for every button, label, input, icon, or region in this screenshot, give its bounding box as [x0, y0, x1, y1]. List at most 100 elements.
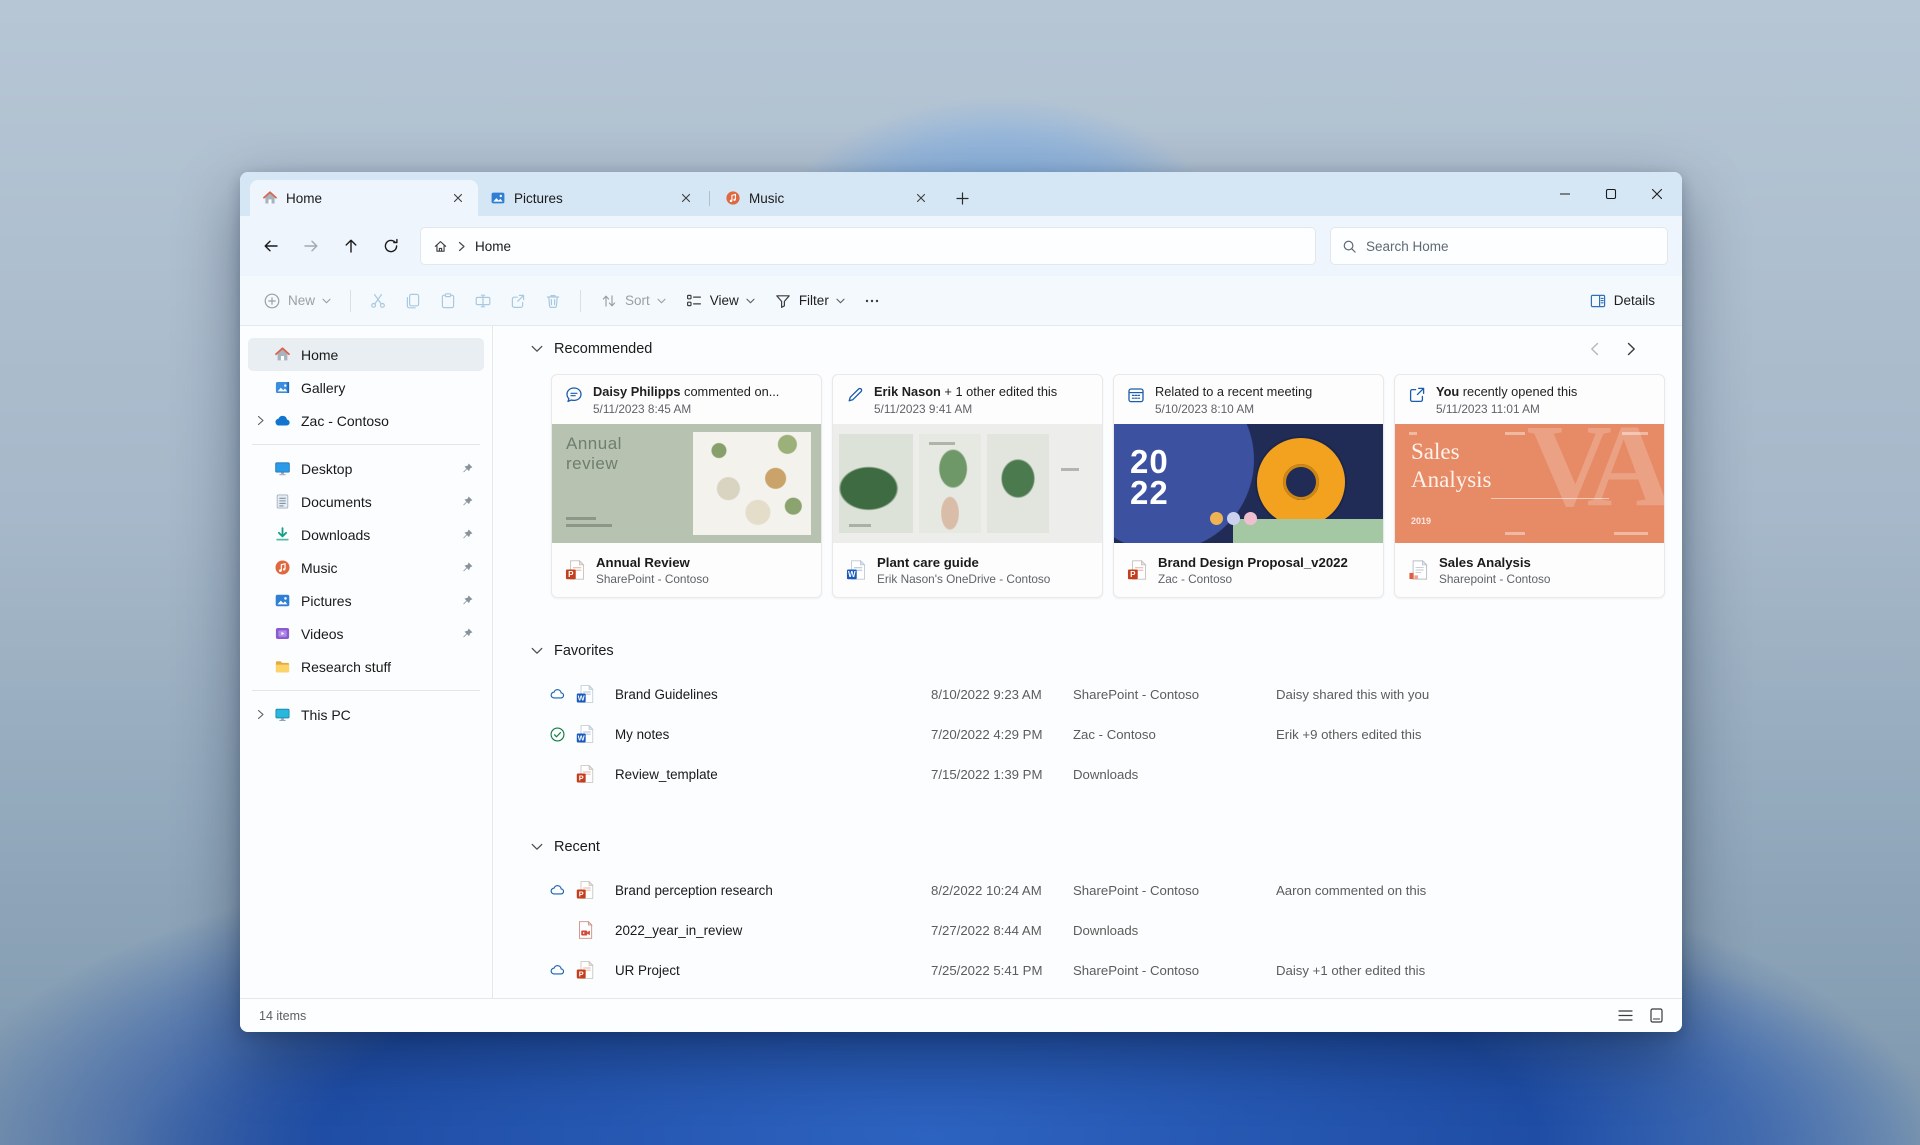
paste-button[interactable]	[431, 283, 465, 319]
large-thumbnails-view-icon[interactable]	[1650, 1008, 1663, 1023]
delete-icon	[546, 294, 560, 308]
more-options-button[interactable]	[855, 283, 889, 319]
file-row[interactable]: W Brand Guidelines 8/10/2022 9:23 AM Sha…	[549, 674, 1682, 714]
view-button[interactable]: View	[676, 283, 764, 319]
command-toolbar: New Sort View Filter Details	[240, 276, 1682, 326]
desktop-background: Home Pictures Music Home Search Home New…	[0, 0, 1920, 1145]
sidebar-item-research-stuff[interactable]: Research stuff	[248, 650, 484, 683]
navigation-bar: Home	[240, 216, 1682, 276]
collapse-chevron-icon[interactable]	[531, 647, 543, 655]
file-name: Brand perception research	[615, 882, 773, 898]
cut-icon	[371, 293, 385, 308]
maximize-button[interactable]	[1588, 172, 1634, 216]
tab-home[interactable]: Home	[250, 180, 478, 216]
minimize-button[interactable]	[1542, 172, 1588, 216]
sidebar-item-gallery[interactable]: Gallery	[248, 371, 484, 404]
recommended-card-brand-design-proposal[interactable]: Related to a recent meeting 5/10/2023 8:…	[1113, 374, 1384, 598]
expand-chevron-icon[interactable]	[248, 709, 272, 720]
card-date: 5/11/2023 11:01 AM	[1436, 401, 1540, 416]
new-button[interactable]: New	[254, 283, 340, 319]
sidebar-item-desktop[interactable]: Desktop	[248, 452, 484, 485]
powerpoint-file-icon: P	[1126, 559, 1148, 581]
file-date: 7/27/2022 8:44 AM	[931, 922, 1042, 938]
recommended-card-annual-review[interactable]: Daisy Philipps commented on... 5/11/2023…	[551, 374, 822, 598]
file-location: SharePoint - Contoso	[1073, 686, 1200, 702]
details-pane-button[interactable]: Details	[1580, 283, 1664, 319]
pin-icon	[461, 627, 474, 640]
close-window-button[interactable]	[1634, 172, 1680, 216]
file-location: SharePoint - Contoso	[1073, 962, 1200, 978]
opened-icon	[1407, 385, 1427, 424]
file-row[interactable]: P Review_template 7/15/2022 1:39 PM Down…	[549, 754, 1682, 794]
back-button[interactable]	[252, 228, 290, 264]
sidebar-item-documents[interactable]: Documents	[248, 485, 484, 518]
copy-icon	[406, 293, 420, 308]
details-pane-icon	[1589, 292, 1607, 310]
details-label: Details	[1613, 293, 1655, 308]
window-caption-buttons	[1542, 172, 1680, 216]
file-date: 7/15/2022 1:39 PM	[931, 766, 1043, 782]
card-activity: You recently opened this	[1436, 384, 1578, 399]
copy-button[interactable]	[396, 283, 430, 319]
sidebar-item-label: Research stuff	[301, 658, 392, 675]
file-location: Downloads	[1073, 766, 1139, 782]
tab-music[interactable]: Music	[713, 180, 941, 216]
explorer-body: Home Gallery Zac - Contoso Desktop Docum…	[240, 326, 1682, 998]
expand-chevron-icon[interactable]	[248, 415, 272, 426]
collapse-chevron-icon[interactable]	[531, 843, 543, 851]
new-tab-button[interactable]	[947, 183, 977, 213]
tab-pictures[interactable]: Pictures	[478, 180, 706, 216]
close-tab-icon[interactable]	[674, 186, 698, 210]
delete-button[interactable]	[536, 283, 570, 319]
card-thumbnail: 20 22	[1114, 424, 1383, 543]
share-button[interactable]	[501, 283, 535, 319]
details-view-icon[interactable]	[1618, 1009, 1633, 1022]
sort-button[interactable]: Sort	[591, 283, 675, 319]
pin-icon	[461, 495, 474, 508]
file-activity: Erik +9 others edited this	[1276, 726, 1422, 742]
svg-text:P: P	[579, 774, 584, 783]
pin-icon	[461, 594, 474, 607]
file-row[interactable]: W My notes 7/20/2022 4:29 PM Zac - Conto…	[549, 714, 1682, 754]
sidebar-item-onedrive[interactable]: Zac - Contoso	[248, 404, 484, 437]
cut-button[interactable]	[361, 283, 395, 319]
sidebar-item-label: Pictures	[301, 592, 352, 609]
rename-button[interactable]	[466, 283, 500, 319]
file-row[interactable]: 2022_year_in_review 7/27/2022 8:44 AM Do…	[549, 910, 1682, 950]
svg-text:P: P	[568, 570, 574, 579]
sidebar-item-label: Downloads	[301, 526, 371, 543]
card-activity: Related to a recent meeting	[1155, 384, 1313, 399]
svg-text:W: W	[578, 694, 585, 703]
powerpoint-file-icon: P	[575, 960, 615, 980]
toolbar-separator	[580, 289, 582, 312]
carousel-right-icon[interactable]	[1627, 342, 1636, 356]
search-input[interactable]	[1366, 238, 1656, 254]
forward-button[interactable]	[292, 228, 330, 264]
file-row[interactable]: P UR Project 7/25/2022 5:41 PM SharePoin…	[549, 950, 1682, 990]
refresh-button[interactable]	[372, 228, 410, 264]
file-row[interactable]: P Brand perception research 8/2/2022 10:…	[549, 870, 1682, 910]
carousel-left-icon[interactable]	[1590, 342, 1599, 356]
sidebar-item-this-pc[interactable]: This PC	[248, 698, 484, 731]
sidebar-item-music[interactable]: Music	[248, 551, 484, 584]
word-file-icon: W	[575, 684, 615, 704]
sidebar-item-pictures[interactable]: Pictures	[248, 584, 484, 617]
sidebar-item-label: Gallery	[301, 379, 346, 396]
recommended-card-plant-care-guide[interactable]: Erik Nason + 1 other edited this 5/11/20…	[832, 374, 1103, 598]
up-button[interactable]	[332, 228, 370, 264]
close-tab-icon[interactable]	[909, 186, 933, 210]
filter-button[interactable]: Filter	[765, 283, 854, 319]
sidebar-item-home[interactable]: Home	[248, 338, 484, 371]
sidebar-item-videos[interactable]: Videos	[248, 617, 484, 650]
sidebar-item-downloads[interactable]: Downloads	[248, 518, 484, 551]
cloud-icon	[549, 962, 575, 979]
word-file-icon: W	[575, 724, 615, 744]
view-icon	[685, 292, 703, 310]
share-icon	[511, 294, 525, 308]
recommended-cards: Daisy Philipps commented on... 5/11/2023…	[551, 374, 1682, 598]
address-breadcrumb-bar[interactable]: Home	[420, 227, 1316, 265]
recommended-card-sales-analysis[interactable]: You recently opened this 5/11/2023 11:01…	[1394, 374, 1665, 598]
collapse-chevron-icon[interactable]	[531, 345, 543, 353]
close-tab-icon[interactable]	[446, 186, 470, 210]
video-file-icon	[575, 920, 615, 940]
